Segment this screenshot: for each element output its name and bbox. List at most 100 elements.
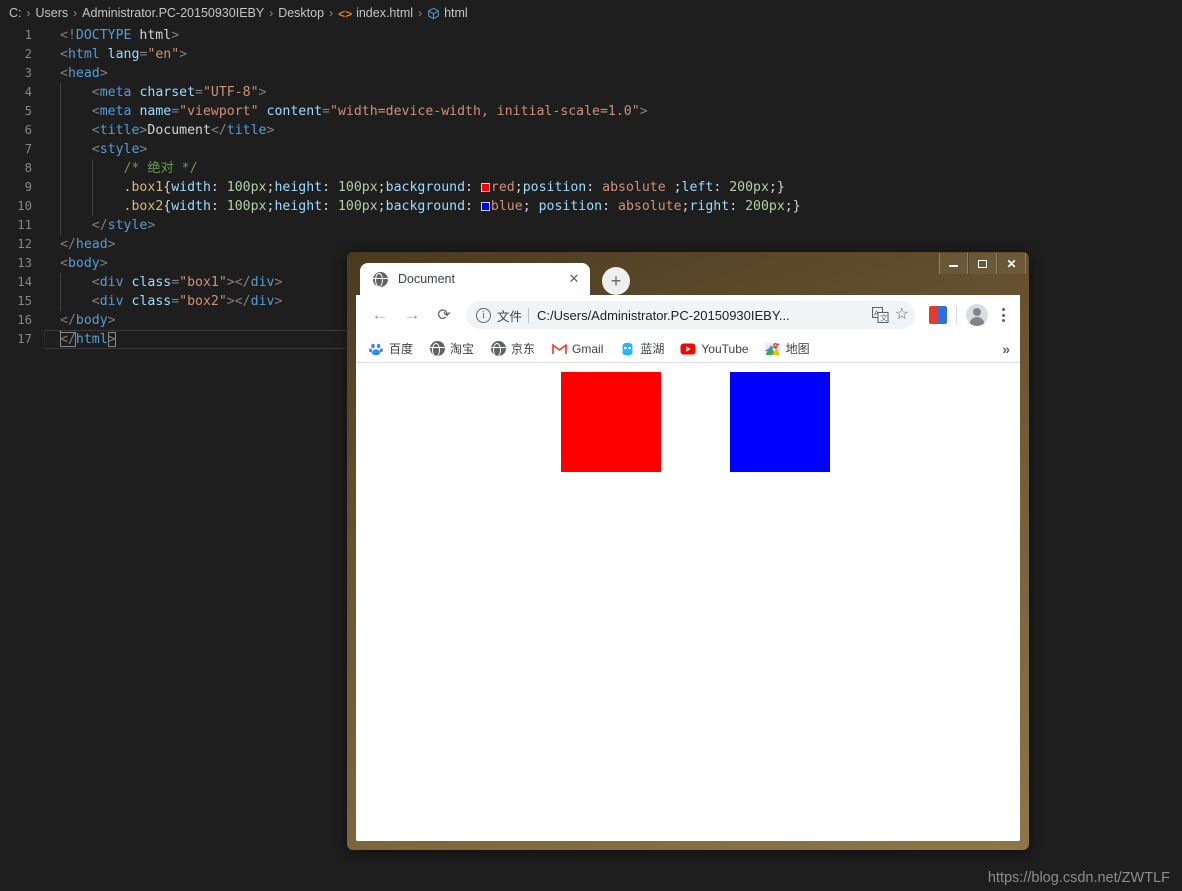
omnibox-actions: A 文 ☆ [866,306,909,324]
line-number: 17 [17,332,32,346]
color-swatch-red [480,183,490,192]
bookmark-star-icon[interactable]: ☆ [895,307,909,323]
code-line[interactable]: 3 <head> [0,64,1182,83]
code-line[interactable]: 8 /* 绝对 */ [0,159,1182,178]
symbol-cube-icon [427,7,440,21]
code-line[interactable]: 6 <title>Document</title> [0,121,1182,140]
bracket-match-open: </ [60,332,76,347]
new-tab-button[interactable]: + [602,267,630,295]
bookmark-youtube[interactable]: YouTube [680,341,749,357]
html-tag-icon: <> [338,7,353,21]
forward-icon[interactable]: → [398,301,426,329]
line-number: 16 [17,313,32,327]
line-text[interactable]: .box1{width: 100px;height: 100px;backgro… [44,178,1182,197]
chrome-menu-icon[interactable] [993,304,1013,326]
breadcrumb-separator: › [329,6,334,20]
line-text[interactable]: <style> [44,140,1182,159]
line-text[interactable]: <title>Document</title> [44,121,1182,140]
line-text[interactable]: <meta charset="UTF-8"> [44,83,1182,102]
url-text[interactable]: C:/Users/Administrator.PC-20150930IEBY..… [537,308,866,323]
line-text[interactable]: <!DOCTYPE html> [44,26,1182,45]
line-number: 6 [24,123,32,137]
svg-text:文: 文 [880,313,888,323]
color-swatch-blue [480,202,490,211]
line-text[interactable]: .box2{width: 100px;height: 100px;backgro… [44,197,1182,216]
bookmark-label: 百度 [389,342,414,356]
page-box-box2 [730,372,830,472]
bracket-match-close: > [107,332,116,347]
line-text[interactable]: <html lang="en"> [44,45,1182,64]
breadcrumb-item-drive[interactable]: C: [9,6,22,20]
code-line[interactable]: 10 .box2{width: 100px;height: 100px;back… [0,197,1182,216]
css-comment: /* 绝对 */ [123,161,198,176]
page-box-box1 [561,372,661,472]
breadcrumb-separator: › [26,6,31,20]
address-bar[interactable]: i 文件 C:/Users/Administrator.PC-20150930I… [466,301,915,329]
maps-pin-icon [765,341,781,357]
line-number: 13 [17,256,32,270]
globe-icon [429,341,445,357]
code-line[interactable]: 5 <meta name="viewport" content="width=d… [0,102,1182,121]
bookmark-lanhu[interactable]: 蓝湖 [619,340,664,357]
extension-fe-icon[interactable] [929,306,947,324]
profile-avatar[interactable] [966,304,988,326]
bookmark-label: 地图 [785,342,810,356]
breadcrumb-item-users[interactable]: Users [36,6,69,20]
line-text[interactable]: /* 绝对 */ [44,159,1182,178]
line-number: 3 [24,66,32,80]
bookmarks-bar: 百度 淘宝 京东 Gmail 蓝湖 YouTube 地图 » [356,335,1020,363]
reload-icon[interactable]: ⟳ [430,301,458,329]
chrome-content: ← → ⟳ i 文件 C:/Users/Administrator.PC-201… [356,295,1020,841]
bookmarks-overflow-icon[interactable]: » [1002,341,1010,357]
code-line[interactable]: 4 <meta charset="UTF-8"> [0,83,1182,102]
bookmark-taobao[interactable]: 淘宝 [429,340,474,357]
breadcrumb-separator: › [418,6,423,20]
omnibox-divider [528,307,530,323]
baidu-paw-icon [368,341,384,357]
line-number: 1 [24,28,32,42]
breadcrumb-item-file[interactable]: index.html [356,6,413,20]
bookmark-label: 蓝湖 [640,342,665,356]
bookmark-baidu[interactable]: 百度 [368,340,413,357]
line-number: 10 [17,199,32,213]
bookmark-gmail[interactable]: Gmail [551,341,603,357]
line-text[interactable]: <meta name="viewport" content="width=dev… [44,102,1182,121]
code-line[interactable]: 7 <style> [0,140,1182,159]
code-line[interactable]: 1 <!DOCTYPE html> [0,26,1182,45]
breadcrumb-separator: › [269,6,274,20]
code-line[interactable]: 11 </style> [0,216,1182,235]
back-icon[interactable]: ← [366,301,394,329]
tab-title: Document [398,272,455,286]
line-number: 14 [17,275,32,289]
line-number: 4 [24,85,32,99]
line-number: 9 [24,180,32,194]
youtube-icon [680,341,696,357]
gmail-icon [551,341,567,357]
breadcrumb-item-desktop[interactable]: Desktop [278,6,324,20]
bookmark-label: Gmail [572,341,604,356]
code-line[interactable]: 9 .box1{width: 100px;height: 100px;backg… [0,178,1182,197]
line-number: 8 [24,161,32,175]
tab-strip: Document ✕ + [347,263,1029,295]
page-info-icon[interactable]: i [476,307,491,323]
line-number: 12 [17,237,32,251]
chrome-browser-window[interactable]: ✕ Document ✕ + ← → ⟳ i 文件 C:/Users/Admin… [347,252,1029,850]
scheme-label: 文件 [497,309,523,324]
code-line[interactable]: 2 <html lang="en"> [0,45,1182,64]
bookmark-jd[interactable]: 京东 [490,340,535,357]
line-text[interactable]: <head> [44,64,1182,83]
globe-icon [490,341,506,357]
tab-close-icon[interactable]: ✕ [566,271,582,287]
bookmark-label: 淘宝 [450,342,475,356]
screenshot-root: C: › Users › Administrator.PC-20150930IE… [0,0,1182,891]
breadcrumb[interactable]: C: › Users › Administrator.PC-20150930IE… [0,0,1182,26]
tab-document[interactable]: Document ✕ [360,263,590,295]
watermark-text: https://blog.csdn.net/ZWTLF [987,870,1170,886]
breadcrumb-separator: › [73,6,78,20]
translate-icon[interactable]: A 文 [871,306,889,324]
breadcrumb-item-administrator[interactable]: Administrator.PC-20150930IEBY [82,6,264,20]
breadcrumb-item-symbol[interactable]: html [444,6,468,20]
line-text[interactable]: </style> [44,216,1182,235]
bookmark-label: 京东 [511,342,536,356]
bookmark-maps[interactable]: 地图 [765,340,810,357]
